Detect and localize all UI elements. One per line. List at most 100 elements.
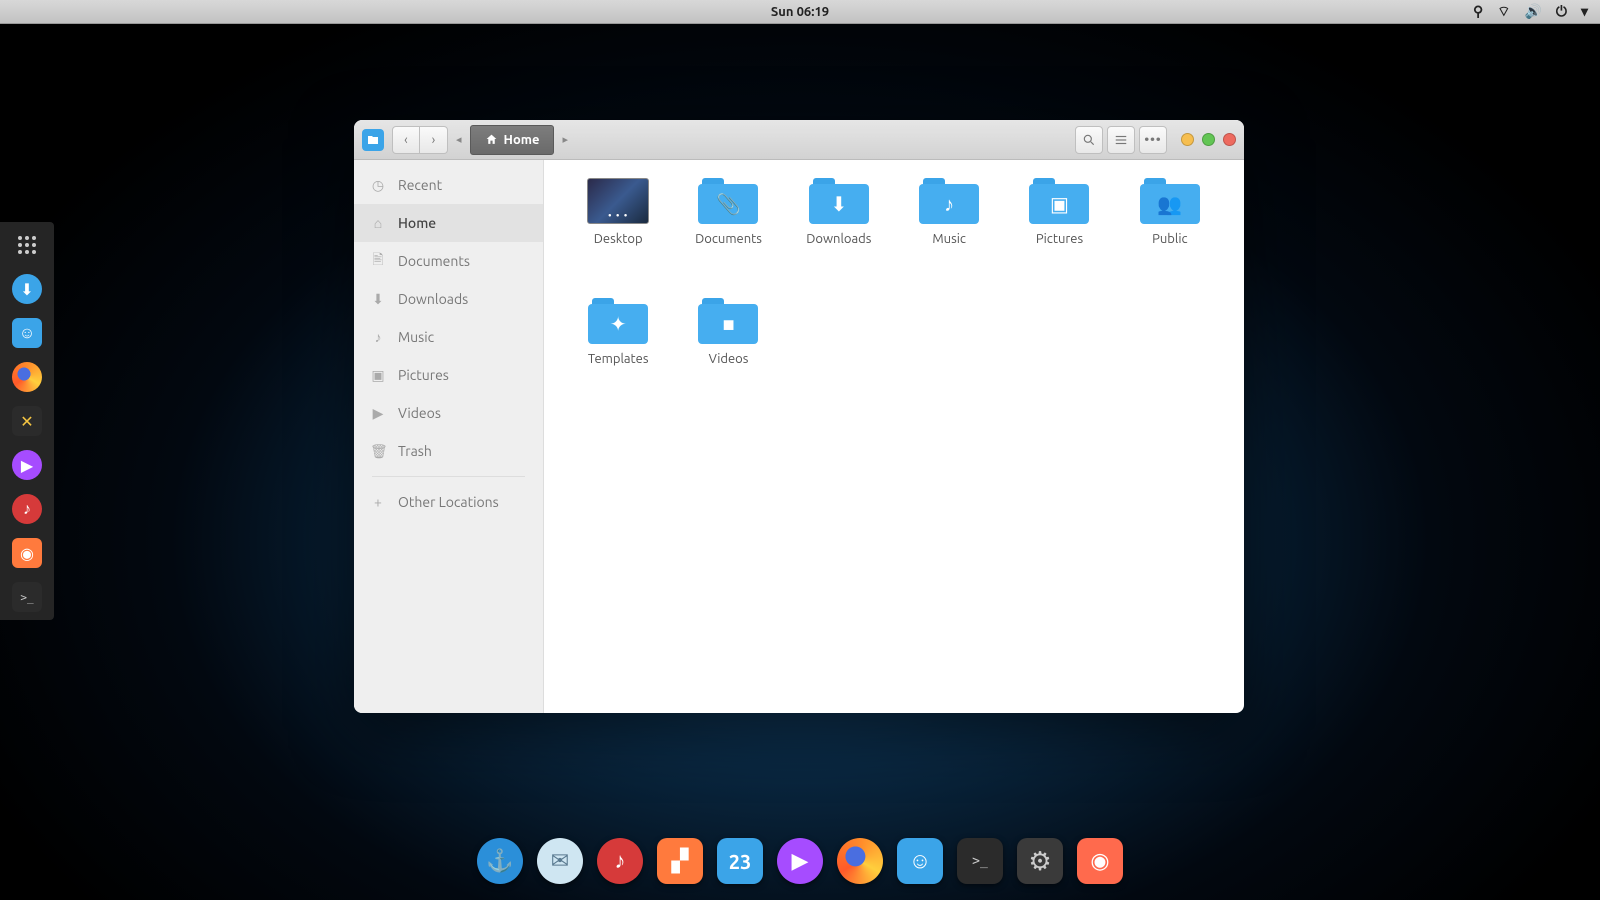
plus-icon: +: [370, 494, 386, 510]
sidebar-item-downloads[interactable]: ⬇ Downloads: [354, 280, 543, 318]
sidebar-item-label: Trash: [398, 443, 432, 459]
firefox-dock-icon[interactable]: [837, 838, 883, 884]
breadcrumb-home[interactable]: Home: [470, 125, 555, 155]
power-icon[interactable]: ⏻: [1556, 3, 1567, 20]
location-icon[interactable]: ⚲: [1473, 3, 1483, 20]
music-app-icon[interactable]: ♪: [597, 838, 643, 884]
window-controls: [1181, 133, 1236, 146]
folder-templates[interactable]: ✦ Templates: [566, 298, 670, 408]
nav-back-button[interactable]: ‹: [392, 126, 420, 154]
fm-app-icon: [362, 129, 384, 151]
desktop-thumb-icon: [587, 178, 649, 224]
folder-label: Templates: [588, 352, 649, 366]
folder-icon: ♪: [919, 178, 979, 224]
sidebar-other-locations[interactable]: + Other Locations: [354, 483, 543, 521]
dropdown-icon[interactable]: ▾: [1581, 3, 1588, 20]
sidebar-item-label: Documents: [398, 253, 470, 269]
folder-icon: ▣: [1029, 178, 1089, 224]
folder-videos[interactable]: ■ Videos: [676, 298, 780, 408]
music-icon: ♪: [370, 329, 386, 345]
folder-icon: 📎: [698, 178, 758, 224]
trash-icon: 🗑: [370, 443, 386, 460]
media-player-icon[interactable]: ▶: [12, 450, 42, 480]
folder-downloads[interactable]: ⬇ Downloads: [787, 178, 891, 288]
sidebar-item-music[interactable]: ♪ Music: [354, 318, 543, 356]
sidebar-item-label: Pictures: [398, 367, 449, 383]
nav-back-forward: ‹ ›: [392, 126, 448, 154]
apps-grid-icon[interactable]: [12, 230, 42, 260]
fm-content: Desktop 📎 Documents ⬇ Downloads ♪ Music ▣Pictur…: [544, 160, 1244, 713]
folder-label: Downloads: [806, 232, 871, 246]
pictures-icon: ▣: [370, 367, 386, 384]
sidebar-item-label: Music: [398, 329, 434, 345]
close-button[interactable]: [1223, 133, 1236, 146]
folder-label: Videos: [709, 352, 749, 366]
menubar-clock[interactable]: Sun 06:19: [771, 5, 829, 19]
anchor-icon[interactable]: ⚓: [477, 838, 523, 884]
mail-icon[interactable]: ✉: [537, 838, 583, 884]
bottom-dock: ⚓ ✉ ♪ ▞ 23 ▶ ☺ >_ ⚙ ◉: [465, 832, 1135, 890]
wifi-icon[interactable]: ⌔: [1497, 3, 1510, 21]
sidebar-item-label: Downloads: [398, 291, 468, 307]
music-icon[interactable]: ♪: [12, 494, 42, 524]
sidebar-item-label: Videos: [398, 405, 441, 421]
folder-label: Desktop: [594, 232, 643, 246]
sidebar-item-pictures[interactable]: ▣ Pictures: [354, 356, 543, 394]
folder-label: Public: [1152, 232, 1187, 246]
home-icon: ⌂: [370, 215, 386, 231]
calendar-icon[interactable]: 23: [717, 838, 763, 884]
downloads-icon: ⬇: [370, 291, 386, 308]
more-button[interactable]: •••: [1139, 126, 1167, 154]
clock-day: Sun: [771, 5, 794, 19]
top-menubar: Sun 06:19 ⚲ ⌔ 🔊 ⏻ ▾: [0, 0, 1600, 24]
maximize-button[interactable]: [1202, 133, 1215, 146]
settings-icon[interactable]: ⚙: [1017, 838, 1063, 884]
sidebar-item-recent[interactable]: ◷ Recent: [354, 166, 543, 204]
sidebar-item-home[interactable]: ⌂ Home: [354, 204, 543, 242]
clock-time: 06:19: [797, 5, 830, 19]
volume-icon[interactable]: 🔊: [1524, 3, 1541, 20]
minimize-button[interactable]: [1181, 133, 1194, 146]
left-dash: ⬇ ☺ ✕ ▶ ♪ ◉ >_: [0, 222, 54, 620]
fm-header: ‹ › ◂ Home ▸ •••: [354, 120, 1244, 160]
terminal-dock-icon[interactable]: >_: [957, 838, 1003, 884]
system-tray: ⚲ ⌔ 🔊 ⏻ ▾: [1473, 3, 1588, 21]
folder-label: Music: [932, 232, 966, 246]
folder-music[interactable]: ♪ Music: [897, 178, 1001, 288]
screenshot-icon[interactable]: ◉: [12, 538, 42, 568]
plex-icon[interactable]: ✕: [12, 406, 42, 436]
folder-documents[interactable]: 📎 Documents: [676, 178, 780, 288]
videos-icon: ▶: [370, 405, 386, 422]
terminal-icon[interactable]: >_: [12, 582, 42, 612]
search-button[interactable]: [1075, 126, 1103, 154]
folder-icon: ⬇: [809, 178, 869, 224]
view-list-button[interactable]: [1107, 126, 1135, 154]
breadcrumb-label: Home: [504, 133, 540, 147]
screenshot-dock-icon[interactable]: ◉: [1077, 838, 1123, 884]
folder-icon: ✦: [588, 298, 648, 344]
downloader-icon[interactable]: ⬇: [12, 274, 42, 304]
fm-sidebar: ◷ Recent ⌂ Home 🖹 Documents ⬇ Downloads ♪ Music ▣ P…: [354, 160, 544, 713]
sidebar-item-label: Other Locations: [398, 494, 499, 510]
sidebar-item-documents[interactable]: 🖹 Documents: [354, 242, 543, 280]
firefox-icon[interactable]: [12, 362, 42, 392]
folder-public[interactable]: 👥 Public: [1118, 178, 1222, 288]
folder-label: Documents: [695, 232, 762, 246]
nav-forward-button[interactable]: ›: [420, 126, 448, 154]
sidebar-item-label: Home: [398, 215, 436, 231]
files-dock-icon[interactable]: ☺: [897, 838, 943, 884]
path-caret-left-icon: ◂: [452, 133, 466, 146]
folder-icon: 👥: [1140, 178, 1200, 224]
documents-icon: 🖹: [370, 249, 386, 273]
folder-pictures[interactable]: ▣Pictures: [1007, 178, 1111, 288]
folder-icon: ■: [698, 298, 758, 344]
path-caret-right-icon: ▸: [558, 133, 572, 146]
files-icon[interactable]: ☺: [12, 318, 42, 348]
sidebar-item-videos[interactable]: ▶ Videos: [354, 394, 543, 432]
sidebar-item-label: Recent: [398, 177, 442, 193]
video-player-icon[interactable]: ▶: [777, 838, 823, 884]
recent-icon: ◷: [370, 177, 386, 194]
photos-icon[interactable]: ▞: [657, 838, 703, 884]
sidebar-item-trash[interactable]: 🗑 Trash: [354, 432, 543, 470]
folder-desktop[interactable]: Desktop: [566, 178, 670, 288]
